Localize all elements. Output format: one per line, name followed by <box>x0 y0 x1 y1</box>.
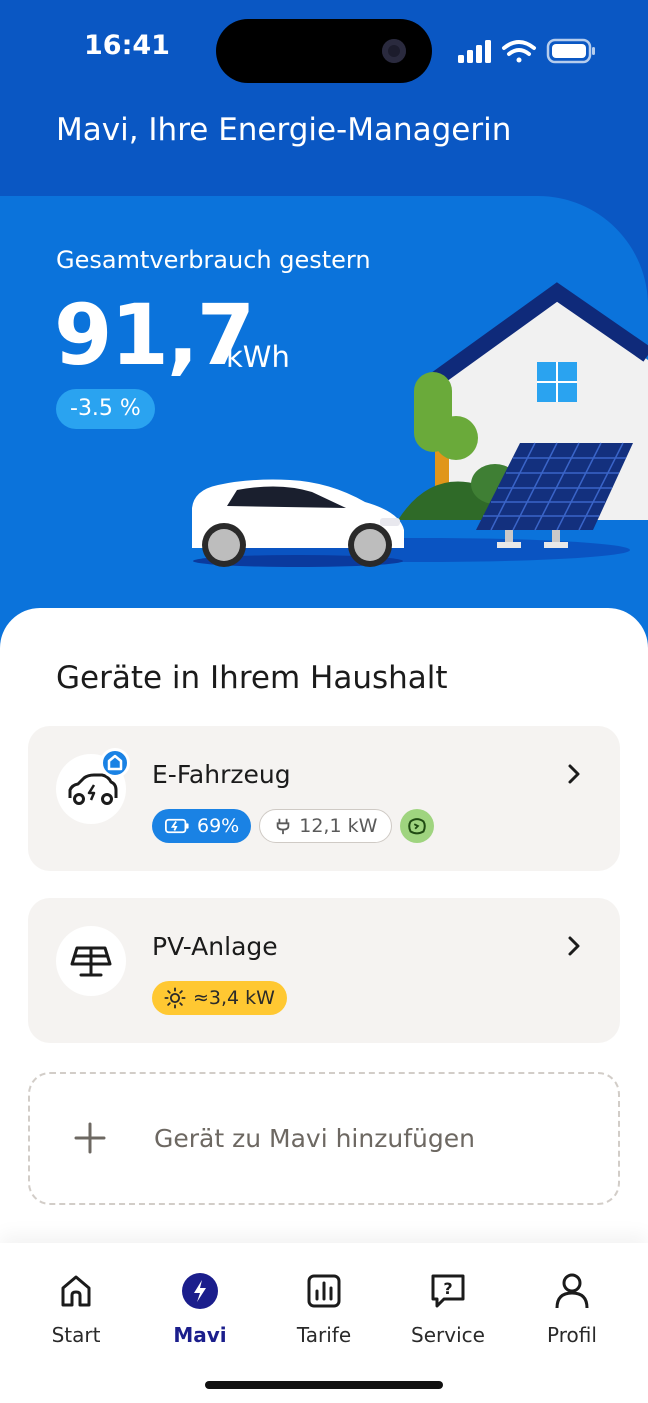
add-device-button[interactable]: Gerät zu Mavi hinzufügen <box>28 1072 620 1205</box>
bottom-tab-bar: Start Mavi Tarife ? Service Profil <box>0 1243 648 1403</box>
device-avatar <box>56 926 126 996</box>
device-status-chips: 69% 12,1 kW <box>152 808 435 844</box>
charging-power-chip: 12,1 kW <box>259 809 393 843</box>
page-title: Mavi, Ihre Energie-Managerin <box>56 112 512 148</box>
tab-tarife[interactable]: Tarife <box>269 1271 379 1351</box>
tab-label: Tarife <box>296 1323 352 1347</box>
home-icon <box>61 1275 91 1307</box>
add-device-label: Gerät zu Mavi hinzufügen <box>154 1124 475 1153</box>
device-name: E-Fahrzeug <box>152 760 291 789</box>
production-value: ≈3,4 kW <box>193 987 275 1009</box>
home-indicator <box>205 1381 443 1389</box>
battery-level: 69% <box>197 815 240 837</box>
plug-icon <box>276 818 290 835</box>
sun-icon <box>164 987 186 1009</box>
camera-icon <box>382 39 406 63</box>
user-icon <box>555 1273 589 1309</box>
tab-mavi[interactable]: Mavi <box>145 1271 255 1351</box>
eco-chip <box>400 809 435 843</box>
house-car-illustration <box>192 282 648 567</box>
plus-icon <box>74 1122 106 1154</box>
device-name: PV-Anlage <box>152 932 278 961</box>
charging-power: 12,1 kW <box>299 815 378 837</box>
chevron-right-icon <box>568 764 580 784</box>
tab-service[interactable]: ? Service <box>393 1271 503 1351</box>
tab-label: Start <box>51 1323 101 1347</box>
tab-start[interactable]: Start <box>21 1271 131 1351</box>
home-badge-icon <box>100 748 130 778</box>
device-card-e-fahrzeug[interactable]: E-Fahrzeug 69% 12,1 kW <box>28 726 620 871</box>
bolt-icon <box>182 1273 218 1309</box>
hero-section: 16:41 Mavi, Ihre Energie-Managerin Gesam… <box>0 0 648 660</box>
battery-icon <box>546 38 595 64</box>
status-time: 16:41 <box>84 30 170 61</box>
tab-label: Mavi <box>173 1323 227 1347</box>
tab-profil[interactable]: Profil <box>517 1271 627 1351</box>
devices-title: Geräte in Ihrem Haushalt <box>56 660 448 696</box>
status-icons <box>458 38 595 64</box>
svg-text:?: ? <box>443 1279 452 1298</box>
help-chat-icon: ? <box>431 1274 465 1308</box>
signal-icon <box>458 40 491 63</box>
device-status-chips: ≈3,4 kW <box>152 980 287 1016</box>
status-bar: 16:41 <box>0 0 648 100</box>
chevron-right-icon <box>568 936 580 956</box>
eco-charging-icon <box>408 818 427 835</box>
usage-label: Gesamtverbrauch gestern <box>56 246 371 274</box>
battery-chip: 69% <box>152 809 252 843</box>
tab-label: Service <box>411 1323 485 1347</box>
charging-battery-icon <box>165 818 189 834</box>
dynamic-island <box>216 19 432 83</box>
device-card-pv-anlage[interactable]: PV-Anlage ≈3,4 kW <box>28 898 620 1043</box>
wifi-icon <box>502 40 536 63</box>
tab-label: Profil <box>547 1323 597 1347</box>
usage-change-badge: -3.5 % <box>56 389 155 429</box>
chart-icon <box>307 1274 341 1308</box>
production-chip: ≈3,4 kW <box>152 981 287 1015</box>
solar-panel-icon <box>70 946 112 977</box>
